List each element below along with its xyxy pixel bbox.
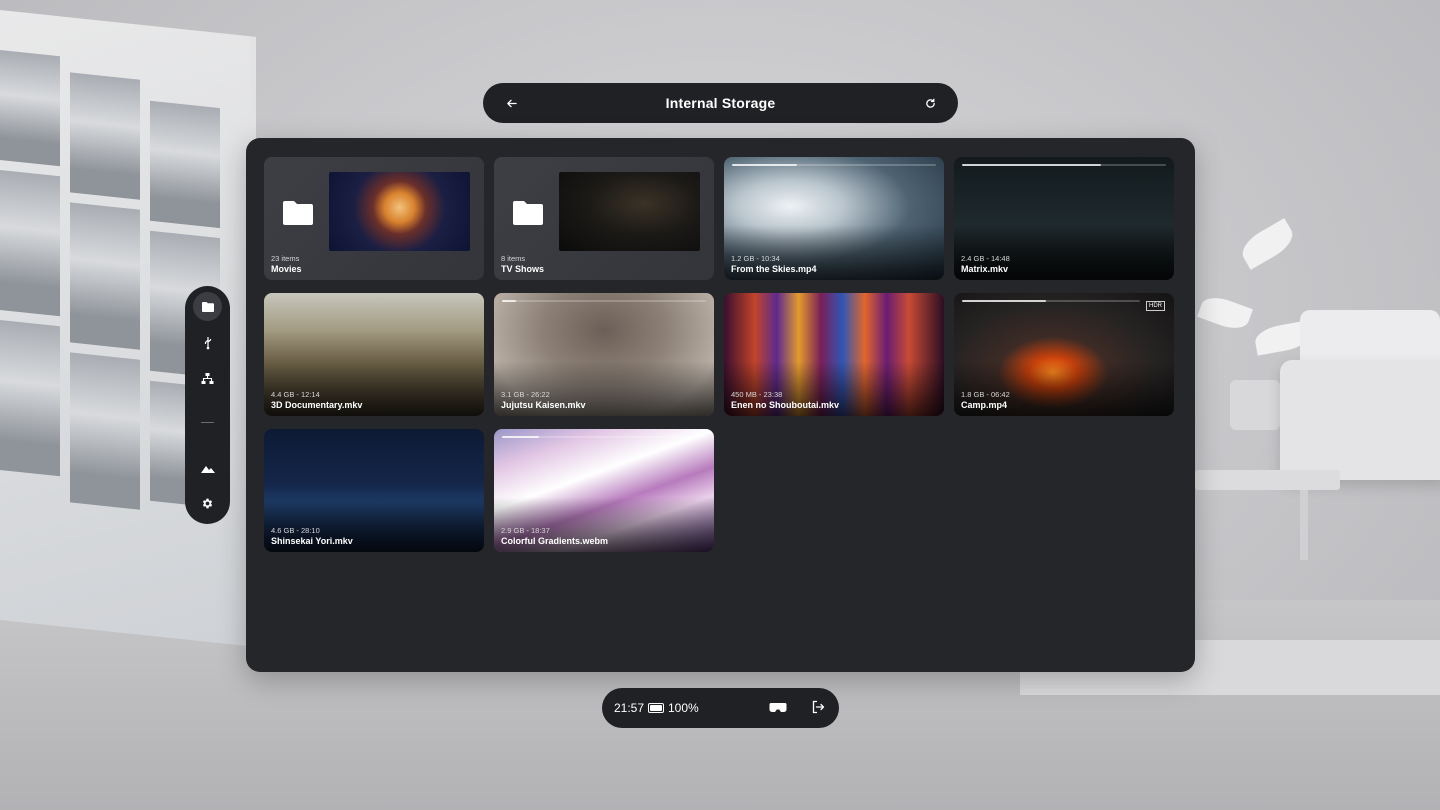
video-tile[interactable]: 1.2 GB - 10:34 From the Skies.mp4 bbox=[724, 157, 944, 280]
folder-preview-thumbnail bbox=[329, 172, 470, 251]
file-meta: 2.9 GB - 18:37 bbox=[501, 526, 550, 535]
folder-icon bbox=[201, 301, 214, 312]
sidebar-item-network[interactable] bbox=[193, 364, 222, 393]
file-meta: 4.4 GB - 12:14 bbox=[271, 390, 320, 399]
watch-progress-bar bbox=[732, 164, 936, 166]
file-meta: 4.6 GB - 28:10 bbox=[271, 526, 320, 535]
video-tile[interactable]: 2.4 GB - 14:48 Matrix.mkv bbox=[954, 157, 1174, 280]
header-bar: Internal Storage bbox=[483, 83, 958, 123]
watch-progress-bar bbox=[962, 300, 1140, 302]
video-tile[interactable]: 4.6 GB - 28:10 Shinsekai Yori.mkv bbox=[264, 429, 484, 552]
mountain-icon bbox=[200, 466, 215, 473]
video-tile[interactable]: 4.4 GB - 12:14 3D Documentary.mkv bbox=[264, 293, 484, 416]
folder-preview-thumbnail bbox=[559, 172, 700, 251]
video-tile[interactable]: 2.9 GB - 18:37 Colorful Gradients.webm bbox=[494, 429, 714, 552]
video-tile[interactable]: 3.1 GB - 26:22 Jujutsu Kaisen.mkv bbox=[494, 293, 714, 416]
item-count: 8 items bbox=[501, 254, 526, 263]
folder-name: TV Shows bbox=[501, 264, 545, 274]
file-name: Colorful Gradients.webm bbox=[501, 536, 609, 546]
watch-progress-bar bbox=[502, 436, 706, 438]
exit-button[interactable] bbox=[811, 700, 825, 719]
sidebar-item-environment[interactable] bbox=[193, 454, 222, 483]
battery-icon bbox=[648, 703, 664, 713]
watch-progress-bar bbox=[962, 164, 1166, 166]
folder-tile-tv-shows[interactable]: 8 items TV Shows bbox=[494, 157, 714, 280]
folder-name: Movies bbox=[271, 264, 302, 274]
sidebar-item-usb[interactable] bbox=[193, 328, 222, 357]
battery-level bbox=[650, 705, 662, 711]
usb-icon bbox=[204, 336, 211, 349]
hdr-badge: HDR bbox=[1146, 301, 1165, 311]
file-name: Camp.mp4 bbox=[961, 400, 1008, 410]
video-tile[interactable]: HDR 1.8 GB - 06:42 Camp.mp4 bbox=[954, 293, 1174, 416]
sidebar-divider bbox=[201, 422, 214, 423]
file-meta: 1.2 GB - 10:34 bbox=[731, 254, 780, 263]
sofa bbox=[1280, 360, 1440, 480]
plant-pot bbox=[1230, 380, 1280, 430]
passthrough-button[interactable] bbox=[769, 701, 787, 719]
clock: 21:57 bbox=[614, 701, 645, 715]
file-name: Enen no Shouboutai.mkv bbox=[731, 400, 840, 410]
file-meta: 1.8 GB - 06:42 bbox=[961, 390, 1010, 399]
refresh-icon bbox=[925, 98, 935, 108]
folder-tile-movies[interactable]: 23 items Movies bbox=[264, 157, 484, 280]
video-tile[interactable]: 450 MB - 23:38 Enen no Shouboutai.mkv bbox=[724, 293, 944, 416]
file-browser-panel: 23 items Movies 8 items TV Shows 1.2 GB … bbox=[246, 138, 1195, 672]
back-button[interactable] bbox=[501, 93, 521, 113]
file-name: Matrix.mkv bbox=[961, 264, 1009, 274]
file-meta: 3.1 GB - 26:22 bbox=[501, 390, 550, 399]
folder-icon bbox=[513, 201, 543, 225]
battery-percentage: 100% bbox=[668, 701, 699, 715]
coffee-table bbox=[1195, 470, 1340, 490]
source-sidebar bbox=[185, 286, 230, 524]
item-count: 23 items bbox=[271, 254, 300, 263]
watch-progress-bar bbox=[502, 300, 706, 302]
exit-icon bbox=[812, 700, 825, 714]
gear-icon bbox=[202, 498, 213, 509]
file-meta: 2.4 GB - 14:48 bbox=[961, 254, 1010, 263]
network-icon bbox=[201, 373, 214, 384]
arrow-left-icon bbox=[506, 99, 517, 107]
file-name: From the Skies.mp4 bbox=[731, 264, 817, 274]
refresh-button[interactable] bbox=[920, 93, 940, 113]
status-bar: 21:57 100% bbox=[602, 688, 839, 728]
page-title: Internal Storage bbox=[665, 95, 776, 111]
file-name: Shinsekai Yori.mkv bbox=[271, 536, 353, 546]
vr-headset-icon bbox=[769, 703, 787, 712]
sidebar-item-settings[interactable] bbox=[193, 489, 222, 518]
file-grid: 23 items Movies 8 items TV Shows 1.2 GB … bbox=[264, 157, 1174, 552]
file-name: 3D Documentary.mkv bbox=[271, 400, 363, 410]
sidebar-item-internal-storage[interactable] bbox=[193, 292, 222, 321]
folder-icon bbox=[283, 201, 313, 225]
file-name: Jujutsu Kaisen.mkv bbox=[501, 400, 586, 410]
file-meta: 450 MB - 23:38 bbox=[731, 390, 783, 399]
